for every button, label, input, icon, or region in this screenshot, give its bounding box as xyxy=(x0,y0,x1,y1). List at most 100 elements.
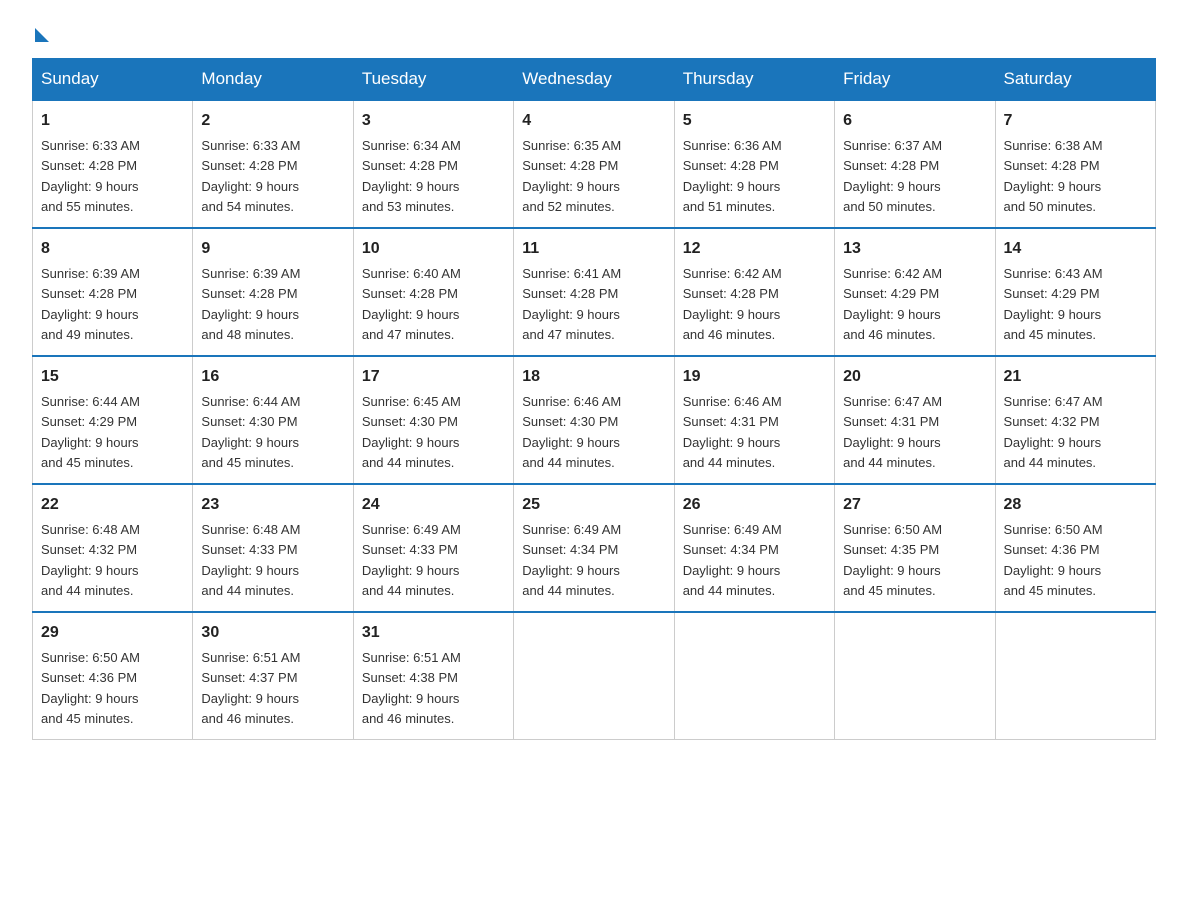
calendar-day-cell: 20 Sunrise: 6:47 AMSunset: 4:31 PMDaylig… xyxy=(835,356,995,484)
day-number: 30 xyxy=(201,621,344,645)
day-info: Sunrise: 6:39 AMSunset: 4:28 PMDaylight:… xyxy=(41,266,140,342)
empty-cell xyxy=(835,612,995,740)
page-header xyxy=(32,24,1156,38)
day-info: Sunrise: 6:39 AMSunset: 4:28 PMDaylight:… xyxy=(201,266,300,342)
day-info: Sunrise: 6:51 AMSunset: 4:38 PMDaylight:… xyxy=(362,650,461,726)
calendar-day-cell: 14 Sunrise: 6:43 AMSunset: 4:29 PMDaylig… xyxy=(995,228,1155,356)
day-number: 1 xyxy=(41,109,184,133)
calendar-day-cell: 28 Sunrise: 6:50 AMSunset: 4:36 PMDaylig… xyxy=(995,484,1155,612)
day-info: Sunrise: 6:40 AMSunset: 4:28 PMDaylight:… xyxy=(362,266,461,342)
calendar-day-cell: 19 Sunrise: 6:46 AMSunset: 4:31 PMDaylig… xyxy=(674,356,834,484)
calendar-day-cell: 25 Sunrise: 6:49 AMSunset: 4:34 PMDaylig… xyxy=(514,484,674,612)
day-info: Sunrise: 6:47 AMSunset: 4:31 PMDaylight:… xyxy=(843,394,942,470)
day-info: Sunrise: 6:36 AMSunset: 4:28 PMDaylight:… xyxy=(683,138,782,214)
day-info: Sunrise: 6:34 AMSunset: 4:28 PMDaylight:… xyxy=(362,138,461,214)
empty-cell xyxy=(995,612,1155,740)
calendar-day-cell: 22 Sunrise: 6:48 AMSunset: 4:32 PMDaylig… xyxy=(33,484,193,612)
calendar-header-row: SundayMondayTuesdayWednesdayThursdayFrid… xyxy=(33,59,1156,101)
day-info: Sunrise: 6:33 AMSunset: 4:28 PMDaylight:… xyxy=(201,138,300,214)
calendar-day-cell: 5 Sunrise: 6:36 AMSunset: 4:28 PMDayligh… xyxy=(674,100,834,228)
day-info: Sunrise: 6:51 AMSunset: 4:37 PMDaylight:… xyxy=(201,650,300,726)
day-number: 21 xyxy=(1004,365,1147,389)
day-number: 20 xyxy=(843,365,986,389)
day-of-week-header: Friday xyxy=(835,59,995,101)
day-info: Sunrise: 6:42 AMSunset: 4:29 PMDaylight:… xyxy=(843,266,942,342)
day-info: Sunrise: 6:44 AMSunset: 4:30 PMDaylight:… xyxy=(201,394,300,470)
day-number: 28 xyxy=(1004,493,1147,517)
calendar-day-cell: 3 Sunrise: 6:34 AMSunset: 4:28 PMDayligh… xyxy=(353,100,513,228)
day-number: 26 xyxy=(683,493,826,517)
day-number: 6 xyxy=(843,109,986,133)
day-number: 5 xyxy=(683,109,826,133)
day-number: 19 xyxy=(683,365,826,389)
day-number: 22 xyxy=(41,493,184,517)
day-of-week-header: Wednesday xyxy=(514,59,674,101)
day-info: Sunrise: 6:45 AMSunset: 4:30 PMDaylight:… xyxy=(362,394,461,470)
calendar-day-cell: 10 Sunrise: 6:40 AMSunset: 4:28 PMDaylig… xyxy=(353,228,513,356)
calendar-day-cell: 31 Sunrise: 6:51 AMSunset: 4:38 PMDaylig… xyxy=(353,612,513,740)
calendar-day-cell: 4 Sunrise: 6:35 AMSunset: 4:28 PMDayligh… xyxy=(514,100,674,228)
calendar-day-cell: 1 Sunrise: 6:33 AMSunset: 4:28 PMDayligh… xyxy=(33,100,193,228)
calendar-week-row: 1 Sunrise: 6:33 AMSunset: 4:28 PMDayligh… xyxy=(33,100,1156,228)
calendar-day-cell: 12 Sunrise: 6:42 AMSunset: 4:28 PMDaylig… xyxy=(674,228,834,356)
day-info: Sunrise: 6:49 AMSunset: 4:33 PMDaylight:… xyxy=(362,522,461,598)
day-info: Sunrise: 6:46 AMSunset: 4:30 PMDaylight:… xyxy=(522,394,621,470)
calendar-week-row: 22 Sunrise: 6:48 AMSunset: 4:32 PMDaylig… xyxy=(33,484,1156,612)
calendar-table: SundayMondayTuesdayWednesdayThursdayFrid… xyxy=(32,58,1156,740)
day-number: 23 xyxy=(201,493,344,517)
logo-arrow-icon xyxy=(35,28,49,42)
day-of-week-header: Sunday xyxy=(33,59,193,101)
calendar-day-cell: 30 Sunrise: 6:51 AMSunset: 4:37 PMDaylig… xyxy=(193,612,353,740)
day-info: Sunrise: 6:41 AMSunset: 4:28 PMDaylight:… xyxy=(522,266,621,342)
calendar-day-cell: 15 Sunrise: 6:44 AMSunset: 4:29 PMDaylig… xyxy=(33,356,193,484)
day-number: 29 xyxy=(41,621,184,645)
day-info: Sunrise: 6:46 AMSunset: 4:31 PMDaylight:… xyxy=(683,394,782,470)
day-info: Sunrise: 6:47 AMSunset: 4:32 PMDaylight:… xyxy=(1004,394,1103,470)
day-number: 25 xyxy=(522,493,665,517)
calendar-day-cell: 21 Sunrise: 6:47 AMSunset: 4:32 PMDaylig… xyxy=(995,356,1155,484)
day-info: Sunrise: 6:43 AMSunset: 4:29 PMDaylight:… xyxy=(1004,266,1103,342)
day-number: 15 xyxy=(41,365,184,389)
day-of-week-header: Saturday xyxy=(995,59,1155,101)
day-of-week-header: Tuesday xyxy=(353,59,513,101)
empty-cell xyxy=(514,612,674,740)
day-info: Sunrise: 6:44 AMSunset: 4:29 PMDaylight:… xyxy=(41,394,140,470)
day-number: 17 xyxy=(362,365,505,389)
day-of-week-header: Monday xyxy=(193,59,353,101)
day-number: 4 xyxy=(522,109,665,133)
day-info: Sunrise: 6:33 AMSunset: 4:28 PMDaylight:… xyxy=(41,138,140,214)
calendar-day-cell: 11 Sunrise: 6:41 AMSunset: 4:28 PMDaylig… xyxy=(514,228,674,356)
day-number: 10 xyxy=(362,237,505,261)
day-number: 2 xyxy=(201,109,344,133)
calendar-week-row: 15 Sunrise: 6:44 AMSunset: 4:29 PMDaylig… xyxy=(33,356,1156,484)
calendar-day-cell: 6 Sunrise: 6:37 AMSunset: 4:28 PMDayligh… xyxy=(835,100,995,228)
day-info: Sunrise: 6:50 AMSunset: 4:35 PMDaylight:… xyxy=(843,522,942,598)
day-info: Sunrise: 6:35 AMSunset: 4:28 PMDaylight:… xyxy=(522,138,621,214)
calendar-day-cell: 18 Sunrise: 6:46 AMSunset: 4:30 PMDaylig… xyxy=(514,356,674,484)
calendar-day-cell: 7 Sunrise: 6:38 AMSunset: 4:28 PMDayligh… xyxy=(995,100,1155,228)
day-number: 31 xyxy=(362,621,505,645)
calendar-day-cell: 17 Sunrise: 6:45 AMSunset: 4:30 PMDaylig… xyxy=(353,356,513,484)
logo xyxy=(32,24,49,38)
day-of-week-header: Thursday xyxy=(674,59,834,101)
day-number: 16 xyxy=(201,365,344,389)
day-number: 8 xyxy=(41,237,184,261)
calendar-day-cell: 29 Sunrise: 6:50 AMSunset: 4:36 PMDaylig… xyxy=(33,612,193,740)
day-number: 9 xyxy=(201,237,344,261)
day-info: Sunrise: 6:42 AMSunset: 4:28 PMDaylight:… xyxy=(683,266,782,342)
calendar-day-cell: 24 Sunrise: 6:49 AMSunset: 4:33 PMDaylig… xyxy=(353,484,513,612)
calendar-day-cell: 9 Sunrise: 6:39 AMSunset: 4:28 PMDayligh… xyxy=(193,228,353,356)
day-number: 7 xyxy=(1004,109,1147,133)
day-info: Sunrise: 6:48 AMSunset: 4:33 PMDaylight:… xyxy=(201,522,300,598)
calendar-day-cell: 26 Sunrise: 6:49 AMSunset: 4:34 PMDaylig… xyxy=(674,484,834,612)
calendar-day-cell: 13 Sunrise: 6:42 AMSunset: 4:29 PMDaylig… xyxy=(835,228,995,356)
calendar-day-cell: 16 Sunrise: 6:44 AMSunset: 4:30 PMDaylig… xyxy=(193,356,353,484)
day-number: 27 xyxy=(843,493,986,517)
day-info: Sunrise: 6:38 AMSunset: 4:28 PMDaylight:… xyxy=(1004,138,1103,214)
calendar-week-row: 29 Sunrise: 6:50 AMSunset: 4:36 PMDaylig… xyxy=(33,612,1156,740)
calendar-day-cell: 23 Sunrise: 6:48 AMSunset: 4:33 PMDaylig… xyxy=(193,484,353,612)
day-info: Sunrise: 6:50 AMSunset: 4:36 PMDaylight:… xyxy=(41,650,140,726)
day-info: Sunrise: 6:48 AMSunset: 4:32 PMDaylight:… xyxy=(41,522,140,598)
day-number: 3 xyxy=(362,109,505,133)
calendar-day-cell: 2 Sunrise: 6:33 AMSunset: 4:28 PMDayligh… xyxy=(193,100,353,228)
